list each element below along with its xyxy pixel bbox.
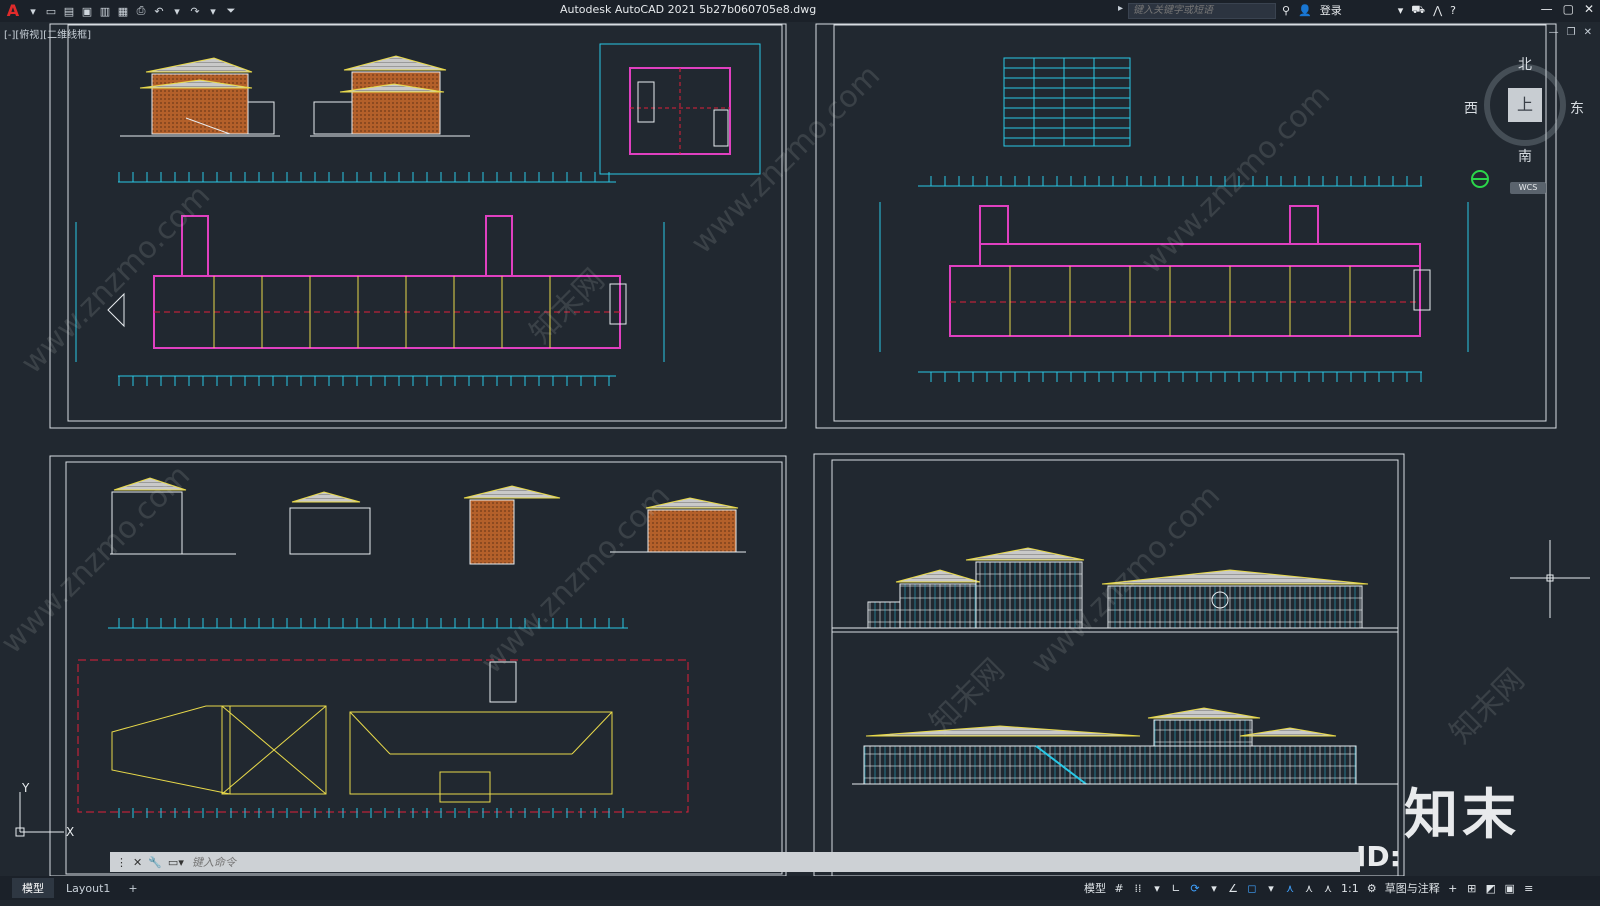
minimize-icon[interactable]: — bbox=[1541, 2, 1553, 16]
redo-icon[interactable]: ↷ bbox=[188, 4, 202, 18]
open-icon[interactable]: ▤ bbox=[62, 4, 76, 18]
customize-status-icon[interactable]: ≡ bbox=[1523, 882, 1535, 895]
roof-plan bbox=[77, 618, 689, 818]
scale-selector[interactable]: 1:1 bbox=[1341, 882, 1359, 895]
svg-text:Y: Y bbox=[21, 781, 30, 795]
status-tools: 模型 # ⁞⁞ ▾ ∟ ⟳ ▾ ∠ ◻ ▾ ⋏ ⋏ ⋏ 1:1 ⚙ 草图与注释 … bbox=[1084, 880, 1535, 896]
user-icon[interactable]: 👤 bbox=[1298, 4, 1312, 17]
new-icon[interactable]: ▭ bbox=[44, 4, 58, 18]
search-input[interactable] bbox=[1128, 3, 1276, 19]
tab-model[interactable]: 模型 bbox=[12, 878, 54, 898]
redo-dropdown-icon[interactable]: ▾ bbox=[206, 4, 220, 18]
quick-access-toolbar: A ▾ ▭ ▤ ▣ ▥ ▦ ⎙ ↶ ▾ ↷ ▾ ⏷ bbox=[0, 2, 238, 20]
drawing-canvas[interactable]: Y X www.znzmo.com www.znzmo.com www.znzm… bbox=[0, 22, 1600, 877]
osnap-tracking-icon[interactable]: ∠ bbox=[1227, 882, 1239, 895]
publish-icon[interactable]: ▦ bbox=[116, 4, 130, 18]
brand-watermark: 知末 bbox=[1404, 783, 1520, 846]
elevation-a bbox=[120, 57, 280, 137]
workspace-selector[interactable]: 草图与注释 bbox=[1385, 880, 1440, 896]
status-bar: 模型 Layout1 + 模型 # ⁞⁞ ▾ ∟ ⟳ ▾ ∠ ◻ ▾ ⋏ ⋏ ⋏… bbox=[0, 876, 1600, 900]
floor-plan-2 bbox=[879, 176, 1469, 382]
elevation-b bbox=[310, 55, 470, 137]
ucs-icon: Y X bbox=[15, 781, 74, 839]
autocad-logo-icon[interactable]: A bbox=[4, 2, 22, 20]
undo-icon[interactable]: ↶ bbox=[152, 4, 166, 18]
cart-icon[interactable]: ⛟ bbox=[1411, 3, 1425, 18]
snap-icon[interactable]: ⁞⁞ bbox=[1132, 882, 1144, 895]
search-arrow-icon[interactable]: ▸ bbox=[1118, 3, 1123, 14]
compass-south[interactable]: 南 bbox=[1518, 146, 1532, 166]
autocad-window: A ▾ ▭ ▤ ▣ ▥ ▦ ⎙ ↶ ▾ ↷ ▾ ⏷ Autodesk AutoC… bbox=[0, 0, 1600, 906]
close-icon[interactable]: ✕ bbox=[1584, 2, 1594, 16]
customize-icon[interactable]: ⏷ bbox=[224, 4, 238, 18]
model-space-button[interactable]: 模型 bbox=[1084, 880, 1106, 896]
polar-dropdown-icon[interactable]: ▾ bbox=[1208, 882, 1220, 895]
compass-east[interactable]: 东 bbox=[1570, 98, 1584, 118]
osnap-icon[interactable]: ◻ bbox=[1246, 882, 1258, 895]
login-dropdown-icon[interactable]: ▾ bbox=[1398, 4, 1404, 17]
sheet-frame-4 bbox=[813, 453, 1405, 877]
isolate-icon[interactable]: ◩ bbox=[1485, 882, 1497, 895]
cursor-crosshair bbox=[1510, 540, 1590, 618]
svg-text:X: X bbox=[66, 825, 74, 839]
clean-screen-icon[interactable]: ▣ bbox=[1504, 882, 1516, 895]
search-icon[interactable]: ⚲ bbox=[1282, 4, 1290, 17]
dropdown-icon[interactable]: ▾ bbox=[26, 4, 40, 18]
layout-tabs: 模型 Layout1 + bbox=[0, 878, 144, 898]
help-icon[interactable]: ? bbox=[1450, 4, 1456, 17]
maximize-icon[interactable]: ▢ bbox=[1563, 2, 1574, 16]
polar-icon[interactable]: ⟳ bbox=[1189, 882, 1201, 895]
plot-icon[interactable]: ⎙ bbox=[134, 4, 148, 18]
auto-scale-icon[interactable]: ⋏ bbox=[1303, 882, 1315, 895]
compass-north[interactable]: 北 bbox=[1518, 54, 1532, 74]
grid-icon[interactable]: # bbox=[1113, 882, 1125, 895]
saveas-icon[interactable]: ▥ bbox=[98, 4, 112, 18]
customize-command-icon[interactable]: 🔧 bbox=[148, 856, 162, 869]
add-layout-icon[interactable]: + bbox=[122, 882, 143, 895]
compass-west[interactable]: 西 bbox=[1464, 98, 1478, 118]
grip-icon[interactable]: ⋮ bbox=[116, 856, 127, 869]
ortho-icon[interactable]: ∟ bbox=[1170, 882, 1182, 895]
command-line: ⋮ ✕ 🔧 ▭▾ bbox=[110, 852, 1360, 872]
viewcube[interactable]: 上 北 南 东 西 bbox=[1464, 57, 1584, 165]
command-prompt-icon[interactable]: ▭▾ bbox=[168, 856, 184, 869]
detail-plan bbox=[599, 43, 761, 175]
plus-icon[interactable]: + bbox=[1447, 882, 1459, 895]
window-title: Autodesk AutoCAD 2021 5b27b060705e8.dwg bbox=[560, 3, 817, 16]
autodesk-app-icon[interactable]: ⋀ bbox=[1433, 4, 1442, 17]
viewcube-top-face[interactable]: 上 bbox=[1508, 88, 1542, 122]
schedule-table bbox=[1003, 57, 1131, 147]
osnap-dropdown-icon[interactable]: ▾ bbox=[1265, 882, 1277, 895]
wcs-menu[interactable]: WCS bbox=[1510, 182, 1546, 194]
annotation-visibility-icon[interactable]: ⋏ bbox=[1284, 882, 1296, 895]
command-input[interactable] bbox=[189, 854, 794, 870]
save-icon[interactable]: ▣ bbox=[80, 4, 94, 18]
gear-icon[interactable]: ⚙ bbox=[1366, 882, 1378, 895]
annotation-scale-icon[interactable]: ⋏ bbox=[1322, 882, 1334, 895]
snap-dropdown-icon[interactable]: ▾ bbox=[1151, 882, 1163, 895]
login-link[interactable]: 登录 bbox=[1320, 2, 1342, 18]
undo-dropdown-icon[interactable]: ▾ bbox=[170, 4, 184, 18]
tab-layout1[interactable]: Layout1 bbox=[56, 880, 120, 897]
title-bar: A ▾ ▭ ▤ ▣ ▥ ▦ ⎙ ↶ ▾ ↷ ▾ ⏷ Autodesk AutoC… bbox=[0, 0, 1600, 22]
units-icon[interactable]: ⊞ bbox=[1466, 882, 1478, 895]
close-command-icon[interactable]: ✕ bbox=[133, 856, 142, 869]
